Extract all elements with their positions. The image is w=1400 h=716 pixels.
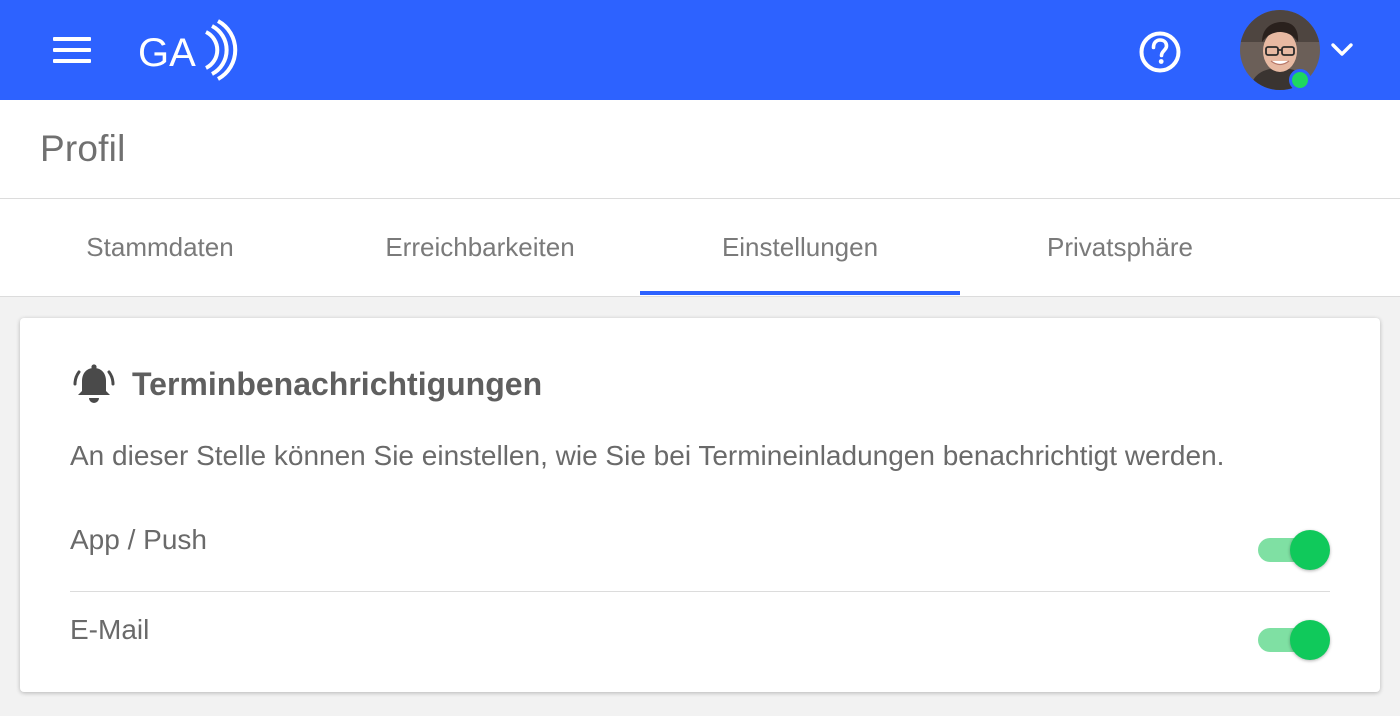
user-menu[interactable] [1236,8,1376,96]
email-toggle[interactable] [1258,618,1330,660]
app-push-toggle[interactable] [1258,528,1330,570]
setting-row-email: E-Mail [70,592,1330,682]
ga-logo-icon: GA [138,19,238,81]
top-app-bar: GA [0,0,1400,100]
help-circle-icon [1139,31,1181,73]
toggle-thumb [1290,530,1330,570]
online-status-indicator [1289,69,1311,91]
tab-bar: Stammdaten Erreichbarkeiten Einstellunge… [0,199,1400,297]
setting-row-app-push: App / Push [70,502,1330,592]
tab-erreichbarkeiten[interactable]: Erreichbarkeiten [320,199,640,297]
setting-label-app-push: App / Push [70,524,207,555]
active-tab-indicator [640,291,960,295]
help-button[interactable] [1132,24,1188,80]
toggle-thumb [1290,620,1330,660]
card-header: Terminbenachrichtigungen [72,362,542,406]
tab-privatsphaere[interactable]: Privatsphäre [960,199,1280,297]
page-header: Profil [0,100,1400,199]
setting-label-email: E-Mail [70,614,150,645]
page-title: Profil [40,128,126,169]
tab-stammdaten[interactable]: Stammdaten [0,199,320,297]
chevron-down-icon[interactable] [1328,36,1356,64]
hamburger-menu-icon [53,37,91,63]
card-title: Terminbenachrichtigungen [132,365,543,402]
logo[interactable]: GA [132,18,242,82]
bell-icon [73,364,115,403]
logo-text: GA [138,31,196,75]
card-description: An dieser Stelle können Sie einstellen, … [70,440,1225,471]
menu-button[interactable] [40,24,104,76]
notification-settings-card: Terminbenachrichtigungen An dieser Stell… [20,318,1380,692]
tab-einstellungen[interactable]: Einstellungen [640,199,960,297]
